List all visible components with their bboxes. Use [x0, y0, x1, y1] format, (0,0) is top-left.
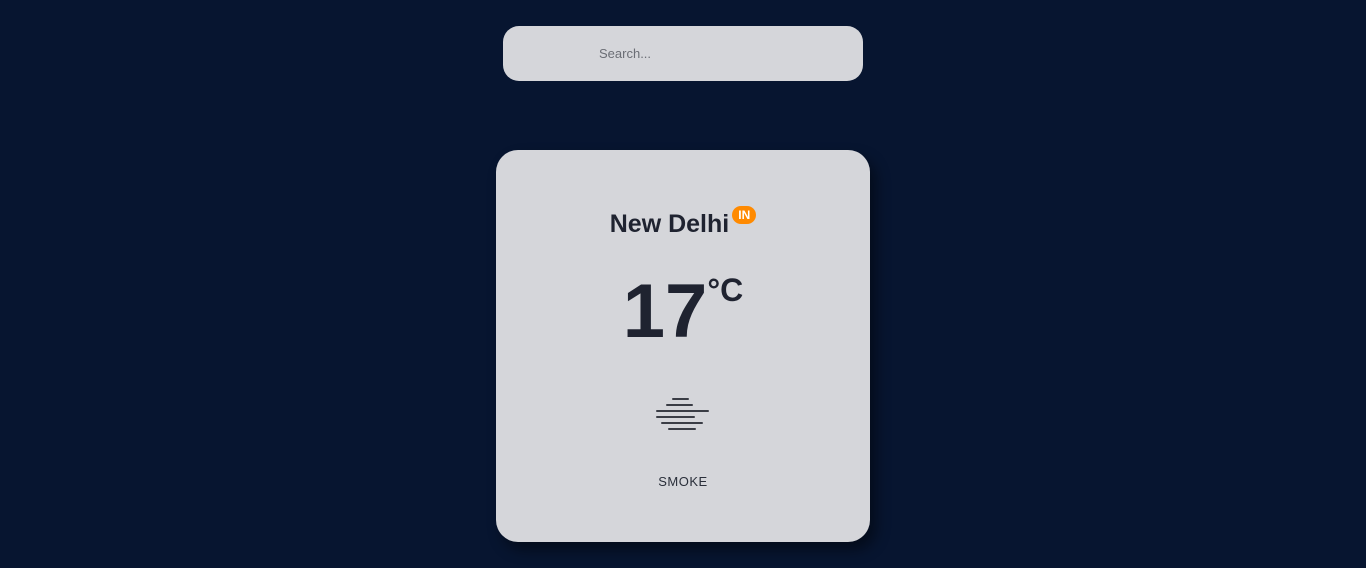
temperature-unit: °C [707, 272, 744, 308]
country-badge: IN [732, 206, 757, 224]
search-box[interactable] [503, 26, 863, 81]
temperature-row: 17°C [496, 272, 870, 352]
temperature-value: 17 [622, 269, 708, 354]
search-input[interactable] [503, 26, 863, 81]
weather-description: SMOKE [658, 474, 708, 489]
weather-card: New Delhi IN 17°C SMOKE [496, 150, 870, 542]
city-name: New Delhi [609, 210, 730, 238]
location-row: New Delhi IN [496, 206, 870, 239]
smoke-icon [654, 394, 712, 434]
